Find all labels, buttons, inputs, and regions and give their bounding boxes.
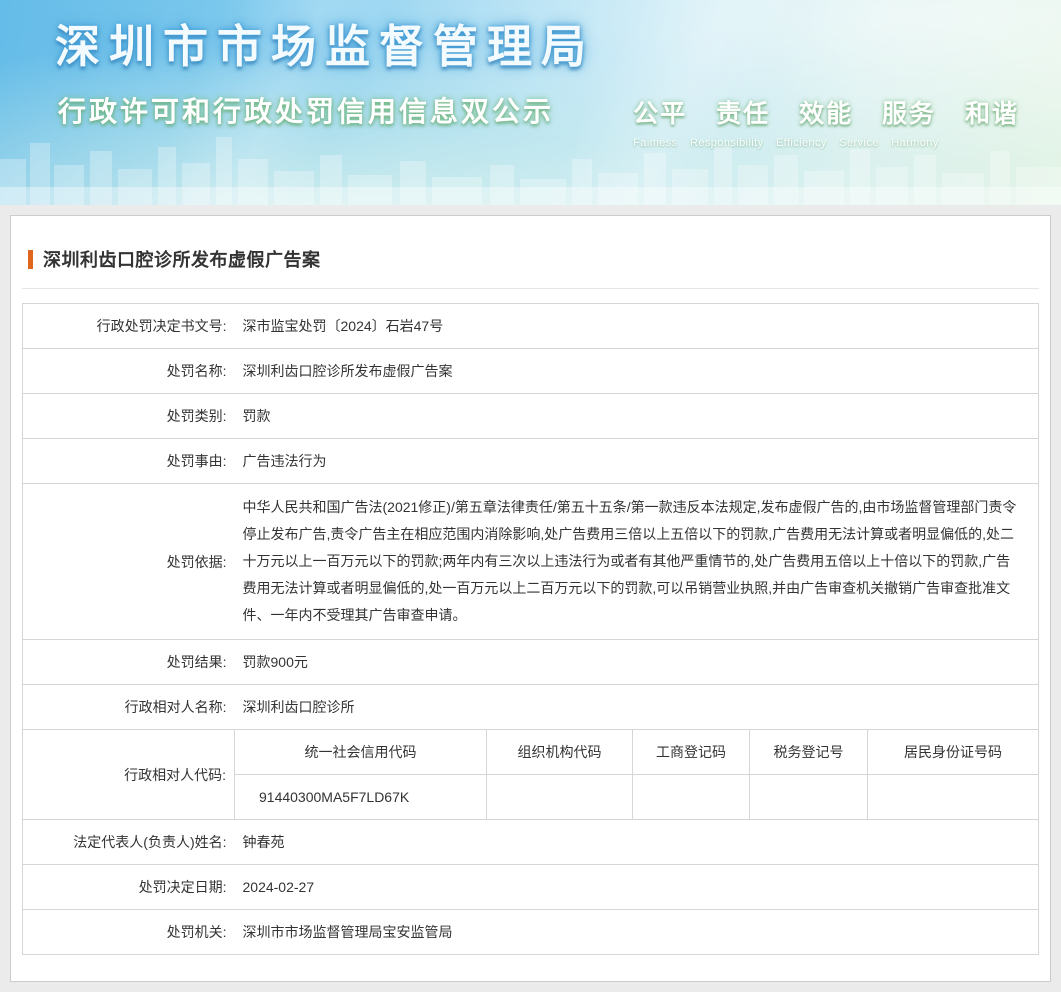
code-value [487,775,633,820]
row-decision-date: 处罚决定日期: 2024-02-27 [23,865,1039,910]
row-penalty-category: 处罚类别: 罚款 [23,394,1039,439]
row-value: 2024-02-27 [235,865,1039,910]
title-accent-bar [28,250,33,269]
row-value: 钟春苑 [235,820,1039,865]
site-title: 深圳市市场监督管理局 [55,10,595,75]
row-document-number: 行政处罚决定书文号: 深市监宝处罚〔2024〕石岩47号 [23,304,1039,349]
row-label: 处罚事由: [23,439,235,484]
site-subtitle: 行政许可和行政处罚信用信息双公示 [58,90,554,130]
code-value [633,775,750,820]
content-panel: 深圳利齿口腔诊所发布虚假广告案 行政处罚决定书文号: 深市监宝处罚〔2024〕石… [10,215,1051,982]
code-column-header: 统一社会信用代码 [235,730,487,775]
row-penalty-result: 处罚结果: 罚款900元 [23,640,1039,685]
row-value: 罚款900元 [235,640,1039,685]
page: 深圳市市场监督管理局 行政许可和行政处罚信用信息双公示 公平 责任 效能 服务 … [0,0,1061,982]
row-label: 处罚名称: [23,349,235,394]
penalty-info-table: 行政处罚决定书文号: 深市监宝处罚〔2024〕石岩47号 处罚名称: 深圳利齿口… [22,303,1039,955]
page-title-row: 深圳利齿口腔诊所发布虚假广告案 [22,224,1039,289]
row-label: 行政相对人代码: [23,730,235,820]
row-value: 深圳市市场监督管理局宝安监管局 [235,910,1039,955]
code-column-header: 工商登记码 [633,730,750,775]
row-value: 深圳利齿口腔诊所发布虚假广告案 [235,349,1039,394]
row-party-name: 行政相对人名称: 深圳利齿口腔诊所 [23,685,1039,730]
slogan-english: Faimess Responsibility Efficiency Servic… [633,137,1019,149]
row-penalty-reason: 处罚事由: 广告违法行为 [23,439,1039,484]
row-penalty-authority: 处罚机关: 深圳市市场监督管理局宝安监管局 [23,910,1039,955]
row-value: 罚款 [235,394,1039,439]
row-label: 处罚决定日期: [23,865,235,910]
code-column-header: 组织机构代码 [487,730,633,775]
row-value: 广告违法行为 [235,439,1039,484]
row-value: 中华人民共和国广告法(2021修正)/第五章法律责任/第五十五条/第一款违反本法… [235,484,1039,640]
row-penalty-basis: 处罚依据: 中华人民共和国广告法(2021修正)/第五章法律责任/第五十五条/第… [23,484,1039,640]
code-column-header: 居民身份证号码 [868,730,1039,775]
code-column-header: 税务登记号 [750,730,868,775]
row-party-codes-header: 行政相对人代码: 统一社会信用代码 组织机构代码 工商登记码 税务登记号 居民身… [23,730,1039,775]
row-label: 行政处罚决定书文号: [23,304,235,349]
site-banner: 深圳市市场监督管理局 行政许可和行政处罚信用信息双公示 公平 责任 效能 服务 … [0,0,1061,205]
row-value: 深市监宝处罚〔2024〕石岩47号 [235,304,1039,349]
banner-slogan: 公平 责任 效能 服务 和谐 Faimess Responsibility Ef… [633,94,1019,149]
page-title: 深圳利齿口腔诊所发布虚假广告案 [43,246,321,272]
code-value [750,775,868,820]
code-value: 91440300MA5F7LD67K [235,775,487,820]
row-label: 行政相对人名称: [23,685,235,730]
row-label: 处罚机关: [23,910,235,955]
row-label: 处罚依据: [23,484,235,640]
row-penalty-name: 处罚名称: 深圳利齿口腔诊所发布虚假广告案 [23,349,1039,394]
row-label: 处罚结果: [23,640,235,685]
row-value: 深圳利齿口腔诊所 [235,685,1039,730]
row-label: 法定代表人(负责人)姓名: [23,820,235,865]
slogan-chinese: 公平 责任 效能 服务 和谐 [633,94,1019,130]
row-legal-representative: 法定代表人(负责人)姓名: 钟春苑 [23,820,1039,865]
code-value [868,775,1039,820]
row-label: 处罚类别: [23,394,235,439]
